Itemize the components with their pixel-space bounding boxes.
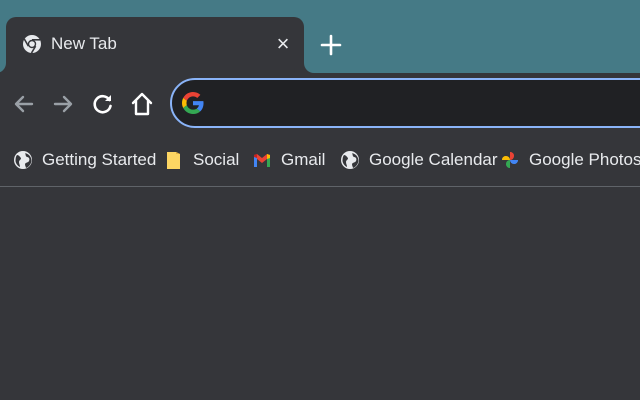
omnibox-input[interactable]	[218, 90, 638, 116]
new-tab-plus-icon[interactable]	[318, 32, 344, 58]
gmail-icon	[254, 154, 270, 167]
arrow-right-icon[interactable]	[49, 90, 77, 118]
google-photos-icon	[502, 152, 518, 168]
globe-icon	[14, 151, 32, 169]
bookmark-gmail[interactable]: Gmail	[252, 147, 325, 173]
tab-new-tab[interactable]: New Tab ×	[6, 17, 304, 73]
home-icon[interactable]	[128, 90, 156, 118]
omnibox[interactable]	[170, 78, 640, 128]
chrome-icon	[23, 35, 41, 54]
page-content	[0, 188, 640, 400]
globe-icon	[341, 151, 359, 169]
toolbar	[0, 73, 640, 135]
bookmarks-bar: Getting Started Social Gmail Google Cale…	[0, 135, 640, 187]
tab-strip: New Tab ×	[0, 0, 640, 73]
bookmark-label: Google Photos	[529, 150, 640, 169]
arrow-left-icon[interactable]	[10, 90, 38, 118]
bookmark-google-photos[interactable]: Google Photos	[500, 147, 640, 173]
tab-close-button[interactable]: ×	[272, 33, 294, 55]
bookmark-google-calendar[interactable]: Google Calendar	[340, 147, 498, 173]
bookmark-label: Gmail	[281, 150, 326, 169]
folder-icon	[167, 152, 180, 169]
reload-icon[interactable]	[89, 90, 117, 118]
bookmark-label: Getting Started	[42, 150, 157, 169]
tab-title: New Tab	[51, 34, 117, 53]
google-g-icon	[182, 92, 204, 114]
bookmark-getting-started[interactable]: Getting Started	[13, 147, 156, 173]
bookmark-label: Social	[193, 150, 240, 169]
bookmark-social[interactable]: Social	[164, 147, 239, 173]
bookmark-label: Google Calendar	[369, 150, 498, 169]
